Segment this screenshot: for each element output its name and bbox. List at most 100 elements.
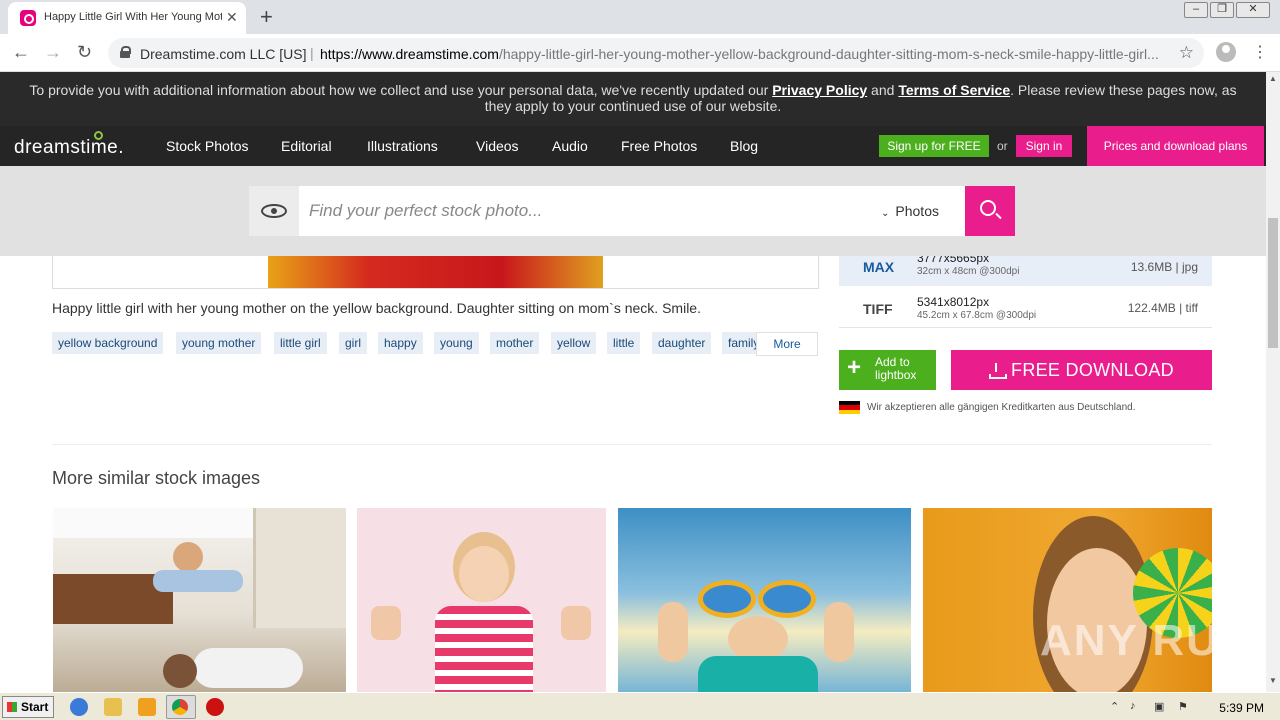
sign-in-button[interactable]: Sign in: [1016, 135, 1072, 157]
size-label: MAX: [863, 259, 895, 275]
back-icon[interactable]: ←: [12, 42, 30, 63]
policy-notice-banner: To provide you with additional informati…: [0, 72, 1266, 126]
tag-item[interactable]: yellow: [551, 332, 597, 354]
volume-icon[interactable]: ♪: [1130, 700, 1144, 714]
page-scrollbar[interactable]: ▲ ▼: [1266, 72, 1280, 692]
internet-explorer-icon[interactable]: [70, 698, 88, 716]
scroll-up-icon[interactable]: ▲: [1269, 74, 1277, 83]
nav-videos[interactable]: Videos: [476, 138, 519, 154]
size-option-tiff[interactable]: TIFF 5341x8012px 45.2cm x 67.8cm @300dpi…: [839, 286, 1212, 328]
search-icon: [980, 200, 996, 216]
nav-stock-photos[interactable]: Stock Photos: [166, 138, 249, 154]
tag-item[interactable]: daughter: [652, 332, 712, 354]
url-path: /happy-little-girl-her-young-mother-yell…: [498, 46, 1159, 62]
action-center-flag-icon[interactable]: ⚑: [1178, 700, 1192, 714]
section-divider: [52, 444, 1212, 445]
free-download-label: FREE DOWNLOAD: [1011, 360, 1174, 380]
size-label: TIFF: [863, 301, 893, 317]
window-close-button[interactable]: ✕: [1236, 2, 1270, 18]
nav-illustrations[interactable]: Illustrations: [367, 138, 438, 154]
tag-item[interactable]: happy: [378, 332, 423, 354]
scroll-down-icon[interactable]: ▼: [1269, 676, 1277, 685]
sign-up-button[interactable]: Sign up for FREE: [879, 135, 989, 157]
url-text[interactable]: https://www.dreamstime.com/happy-little-…: [320, 46, 1170, 62]
nav-blog[interactable]: Blog: [730, 138, 758, 154]
search-type-value: Photos: [895, 203, 939, 219]
media-player-icon[interactable]: [138, 698, 156, 716]
thumb-child-head: [173, 542, 203, 572]
size-print-dimensions: 45.2cm x 67.8cm @300dpi: [917, 310, 1037, 321]
forward-icon[interactable]: →: [44, 42, 62, 63]
more-tags-button[interactable]: More: [756, 332, 818, 356]
tray-expand-icon[interactable]: ⌃: [1110, 700, 1124, 714]
notice-text: To provide you with additional informati…: [29, 82, 773, 98]
tag-item[interactable]: yellow background: [52, 332, 164, 354]
similar-image-thumbnail[interactable]: [357, 508, 606, 692]
window-restore-button[interactable]: ❐: [1210, 2, 1234, 18]
free-download-button[interactable]: FREE DOWNLOAD: [951, 350, 1212, 390]
browser-tab[interactable]: Happy Little Girl With Her Young Mother …: [8, 2, 246, 34]
browser-menu-icon[interactable]: ⋮: [1252, 42, 1268, 62]
logo-swirl-icon: [94, 131, 103, 140]
start-button[interactable]: Start: [2, 696, 54, 718]
similar-image-thumbnail[interactable]: [53, 508, 346, 692]
clock[interactable]: 5:39 PM: [1219, 701, 1264, 715]
similar-images-heading: More similar stock images: [52, 468, 261, 488]
thumb-thumb-left: [371, 606, 401, 640]
size-file-info: 122.4MB | tiff: [1127, 301, 1198, 315]
address-bar[interactable]: Dreamstime.com LLC [US] | https://www.dr…: [108, 38, 1204, 68]
browser-toolbar: ← → ↻ Dreamstime.com LLC [US] | https://…: [0, 34, 1280, 72]
search-type-select[interactable]: ⌄ Photos: [881, 203, 939, 219]
site-header: dreamstime. Stock Photos Editorial Illus…: [0, 126, 1266, 166]
tag-item[interactable]: little girl: [274, 332, 327, 354]
thumb-adult-head: [163, 654, 197, 688]
network-icon[interactable]: ▣: [1154, 700, 1168, 714]
image-description: Happy little girl with her young mother …: [52, 300, 701, 316]
download-icon: [989, 363, 1008, 379]
scrollbar-thumb[interactable]: [1268, 218, 1278, 348]
bookmark-star-icon[interactable]: ☆: [1179, 43, 1194, 63]
windows-taskbar: Start ⌃ ♪ ▣ ⚑ 5:39 PM: [0, 692, 1280, 720]
profile-avatar-icon[interactable]: [1216, 42, 1236, 62]
search-band: ⌄ Photos: [0, 166, 1266, 256]
thumb-glasses-right: [758, 580, 816, 618]
file-explorer-icon[interactable]: [104, 698, 122, 716]
notice-text: and: [867, 82, 899, 98]
thumb-adult-body: [193, 648, 303, 688]
thumb-thumb-right: [561, 606, 591, 640]
anyrun-watermark: ANY RUN: [1040, 616, 1254, 665]
new-tab-icon[interactable]: +: [260, 4, 273, 30]
eye-icon: [261, 204, 287, 218]
add-to-lightbox-button[interactable]: + Add to lightbox: [839, 350, 936, 390]
nav-free-photos[interactable]: Free Photos: [621, 138, 697, 154]
add-to-lightbox-label: Add to lightbox: [875, 355, 917, 382]
credit-card-note: Wir akzeptieren alle gängigen Kreditkart…: [867, 402, 1136, 413]
nav-audio[interactable]: Audio: [552, 138, 588, 154]
dreamstime-logo[interactable]: dreamstime.: [14, 131, 124, 159]
germany-flag-icon: [839, 401, 860, 414]
lock-icon[interactable]: [120, 46, 131, 58]
reload-icon[interactable]: ↻: [77, 42, 92, 63]
web-page: Happy little girl with her young mother …: [0, 72, 1266, 692]
search-button[interactable]: [965, 186, 1015, 236]
thumb-window: [253, 508, 346, 628]
url-host: https://www.dreamstime.com: [320, 46, 499, 62]
prices-and-plans-button[interactable]: Prices and download plans: [1087, 126, 1264, 166]
thumb-arm-left: [658, 602, 688, 662]
nav-editorial[interactable]: Editorial: [281, 138, 332, 154]
tag-item[interactable]: young: [434, 332, 479, 354]
terms-of-service-link[interactable]: Terms of Service: [898, 82, 1010, 98]
tag-item[interactable]: girl: [339, 332, 368, 354]
tag-item[interactable]: young mother: [176, 332, 262, 354]
window-minimize-button[interactable]: –: [1184, 2, 1208, 18]
url-separator: |: [310, 45, 314, 61]
tag-item[interactable]: mother: [490, 332, 540, 354]
antivirus-icon[interactable]: [206, 698, 224, 716]
search-input[interactable]: [309, 186, 869, 236]
privacy-policy-link[interactable]: Privacy Policy: [772, 82, 867, 98]
visual-search-button[interactable]: [249, 186, 299, 236]
tab-close-icon[interactable]: ✕: [226, 9, 238, 26]
tag-item[interactable]: little: [607, 332, 641, 354]
similar-image-thumbnail[interactable]: [618, 508, 911, 692]
main-image[interactable]: [268, 256, 603, 288]
